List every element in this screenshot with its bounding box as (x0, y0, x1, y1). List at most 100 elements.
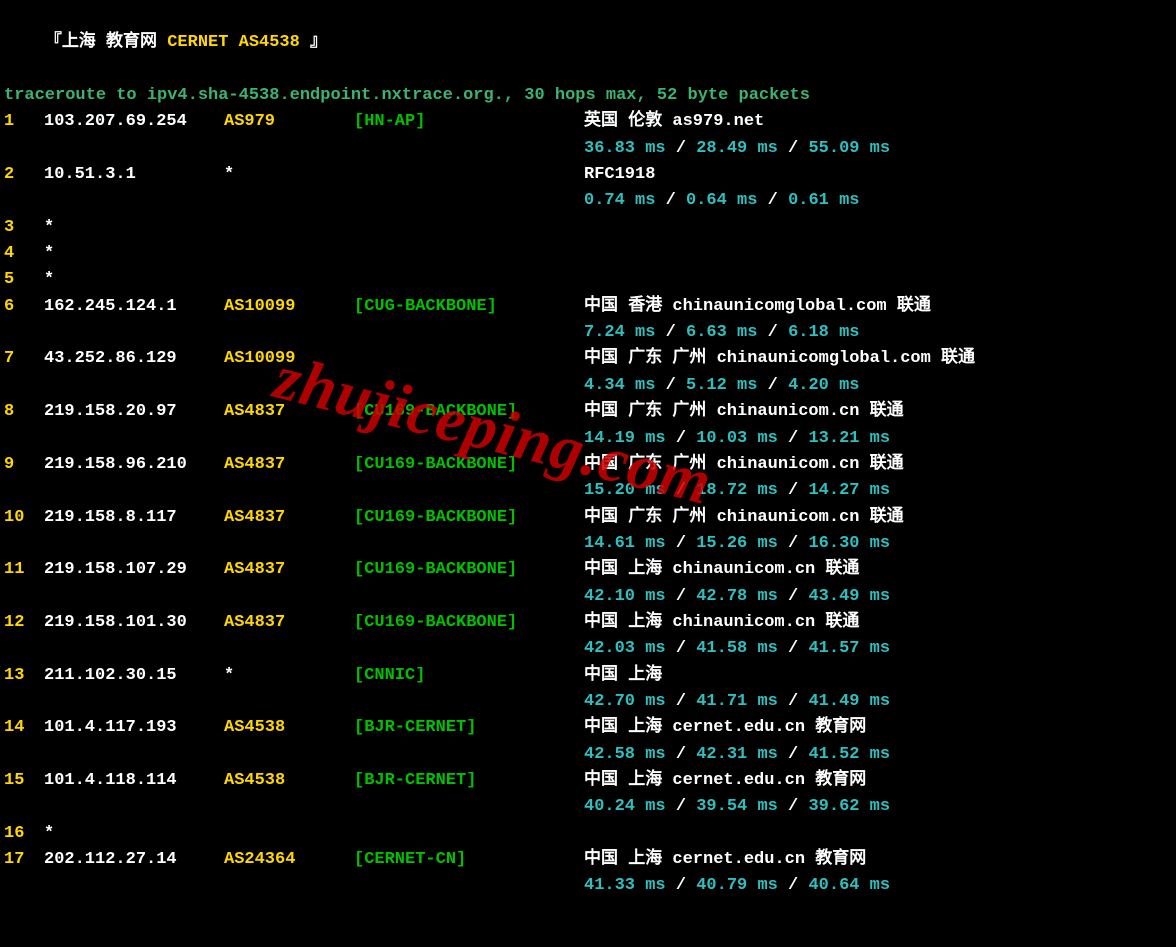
hop-rtt: 4.34 ms / 5.12 ms / 4.20 ms (584, 373, 1176, 399)
hop-details: 中国 上海 chinaunicom.cn 联通42.03 ms / 41.58 … (584, 610, 1176, 663)
rtt-separator: / (666, 534, 697, 553)
rtt-separator: / (666, 429, 697, 448)
hop-asn: * (224, 663, 354, 689)
hop-rtt: 42.10 ms / 42.78 ms / 43.49 ms (584, 584, 1176, 610)
hop-number: 15 (4, 768, 44, 794)
hop-location: 中国 上海 cernet.edu.cn 教育网 (584, 847, 1176, 873)
rtt-value: 42.70 ms (584, 692, 666, 711)
hop-number: 2 (4, 162, 44, 188)
rtt-value: 41.49 ms (808, 692, 890, 711)
rtt-value: 43.49 ms (808, 587, 890, 606)
hop-ip: 101.4.118.114 (44, 768, 224, 794)
hop-row: 3* (4, 215, 1176, 241)
hop-row: 14101.4.117.193AS4538[BJR-CERNET]中国 上海 c… (4, 715, 1176, 768)
hop-asn: AS4837 (224, 557, 354, 583)
hop-tag: [CERNET-CN] (354, 847, 584, 873)
hop-details: 中国 广东 广州 chinaunicom.cn 联通14.61 ms / 15.… (584, 505, 1176, 558)
rtt-value: 41.57 ms (808, 639, 890, 658)
rtt-value: 13.21 ms (808, 429, 890, 448)
hop-asn: AS4538 (224, 715, 354, 741)
hop-number: 4 (4, 241, 44, 267)
hop-location: 中国 上海 chinaunicom.cn 联通 (584, 557, 1176, 583)
hop-rtt: 14.61 ms / 15.26 ms / 16.30 ms (584, 531, 1176, 557)
rtt-value: 15.26 ms (696, 534, 778, 553)
rtt-separator: / (666, 745, 697, 764)
rtt-separator: / (666, 876, 697, 895)
hop-row: 15101.4.118.114AS4538[BJR-CERNET]中国 上海 c… (4, 768, 1176, 821)
hop-location: 英国 伦敦 as979.net (584, 109, 1176, 135)
hop-location: 中国 广东 广州 chinaunicom.cn 联通 (584, 505, 1176, 531)
rtt-separator: / (757, 376, 788, 395)
hop-tag: [CNNIC] (354, 663, 584, 689)
hop-row: 743.252.86.129AS10099中国 广东 广州 chinaunico… (4, 346, 1176, 399)
rtt-value: 6.63 ms (686, 323, 757, 342)
rtt-separator: / (655, 323, 686, 342)
hop-location: 中国 上海 cernet.edu.cn 教育网 (584, 715, 1176, 741)
hop-details: 中国 上海 chinaunicom.cn 联通42.10 ms / 42.78 … (584, 557, 1176, 610)
rtt-separator: / (666, 639, 697, 658)
hop-ip: 219.158.8.117 (44, 505, 224, 531)
hop-details: 中国 广东 广州 chinaunicom.cn 联通 14.19 ms / 10.… (584, 399, 1176, 452)
hop-location: 中国 广东 广州 chinaunicom.cn 联通 (584, 452, 1176, 478)
hop-location: 中国 上海 cernet.edu.cn 教育网 (584, 768, 1176, 794)
rtt-value: 41.71 ms (696, 692, 778, 711)
rtt-value: 42.10 ms (584, 587, 666, 606)
hop-rtt: 36.83 ms / 28.49 ms / 55.09 ms (584, 136, 1176, 162)
hop-tag: [BJR-CERNET] (354, 715, 584, 741)
hop-row: 6162.245.124.1AS10099[CUG-BACKBONE]中国 香港… (4, 294, 1176, 347)
rtt-value: 39.62 ms (808, 797, 890, 816)
hop-row: 210.51.3.1*RFC19180.74 ms / 0.64 ms / 0.… (4, 162, 1176, 215)
hop-tag: [CU169-BACKBONE] (354, 452, 584, 478)
hop-details: 中国 上海42.70 ms / 41.71 ms / 41.49 ms (584, 663, 1176, 716)
hop-location: 中国 上海 chinaunicom.cn 联通 (584, 610, 1176, 636)
hop-rtt: 41.33 ms / 40.79 ms / 40.64 ms (584, 873, 1176, 899)
rtt-separator: / (778, 692, 809, 711)
hop-location: 中国 广东 广州 chinaunicom.cn 联通 (584, 399, 1176, 425)
rtt-value: 7.24 ms (584, 323, 655, 342)
hop-number: 17 (4, 847, 44, 873)
hop-number: 8 (4, 399, 44, 425)
rtt-separator: / (778, 534, 809, 553)
hop-tag: [CU169-BACKBONE] (354, 505, 584, 531)
hop-number: 6 (4, 294, 44, 320)
hop-rtt: 0.74 ms / 0.64 ms / 0.61 ms (584, 188, 1176, 214)
hop-details: 中国 广东 广州 chinaunicom.cn 联通15.20 ms / 18.… (584, 452, 1176, 505)
hop-rtt: 40.24 ms / 39.54 ms / 39.62 ms (584, 794, 1176, 820)
rtt-separator: / (666, 481, 697, 500)
hop-number: 7 (4, 346, 44, 372)
rtt-value: 14.61 ms (584, 534, 666, 553)
rtt-value: 4.20 ms (788, 376, 859, 395)
rtt-value: 10.03 ms (696, 429, 778, 448)
hop-row: 13211.102.30.15*[CNNIC]中国 上海42.70 ms / 4… (4, 663, 1176, 716)
hop-list: 1103.207.69.254AS979[HN-AP]英国 伦敦 as979.n… (4, 109, 1176, 899)
hop-details: RFC19180.74 ms / 0.64 ms / 0.61 ms (584, 162, 1176, 215)
hop-number: 13 (4, 663, 44, 689)
hop-rtt: 42.03 ms / 41.58 ms / 41.57 ms (584, 636, 1176, 662)
hop-asn: * (224, 162, 354, 188)
rtt-separator: / (778, 639, 809, 658)
hop-details: 中国 香港 chinaunicomglobal.com 联通7.24 ms / … (584, 294, 1176, 347)
hop-asn: AS4837 (224, 399, 354, 425)
hop-location: 中国 广东 广州 chinaunicomglobal.com 联通 (584, 346, 1176, 372)
rtt-value: 14.27 ms (808, 481, 890, 500)
rtt-value: 42.03 ms (584, 639, 666, 658)
rtt-separator: / (778, 429, 809, 448)
rtt-separator: / (666, 692, 697, 711)
rtt-value: 14.19 ms (584, 429, 666, 448)
rtt-separator: / (757, 191, 788, 210)
rtt-value: 42.31 ms (696, 745, 778, 764)
rtt-separator: / (778, 139, 809, 158)
hop-number: 3 (4, 215, 44, 241)
hop-number: 1 (4, 109, 44, 135)
hop-details: 中国 广东 广州 chinaunicomglobal.com 联通4.34 ms… (584, 346, 1176, 399)
hop-ip: 103.207.69.254 (44, 109, 224, 135)
hop-ip: 101.4.117.193 (44, 715, 224, 741)
hop-rtt: 42.58 ms / 42.31 ms / 41.52 ms (584, 742, 1176, 768)
hop-number: 16 (4, 821, 44, 847)
hop-ip: 162.245.124.1 (44, 294, 224, 320)
rtt-value: 42.58 ms (584, 745, 666, 764)
rtt-separator: / (778, 481, 809, 500)
rtt-separator: / (778, 745, 809, 764)
hop-number: 10 (4, 505, 44, 531)
rtt-separator: / (757, 323, 788, 342)
